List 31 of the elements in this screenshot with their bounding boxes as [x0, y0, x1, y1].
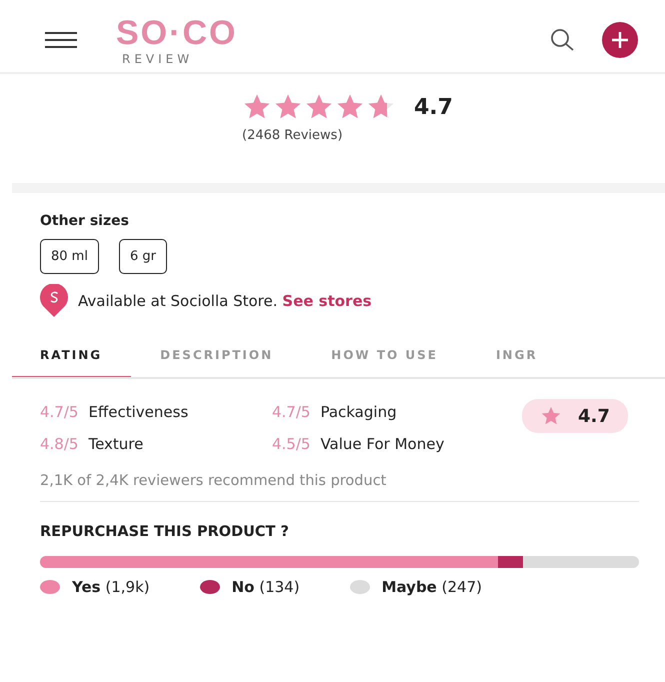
section-title: Other sizes [40, 213, 130, 229]
tab[interactable]: DESCRIPTION [131, 340, 302, 377]
criterion-score: 4.8/5 [40, 435, 78, 453]
see-stores-link[interactable]: See stores [282, 292, 372, 310]
store-pin-icon [38, 284, 70, 318]
store-availability: Available at Sociolla Store. See stores [78, 292, 372, 310]
criterion-label: Effectiveness [88, 403, 188, 421]
criterion-label: Packaging [320, 403, 397, 421]
overall-rating: 4.7 [578, 406, 610, 426]
criterion-score: 4.7/5 [40, 403, 78, 421]
criterion-score: 4.7/5 [272, 403, 310, 421]
menu-icon[interactable] [44, 31, 78, 49]
criterion-score: 4.5/5 [272, 435, 310, 453]
size-option[interactable]: 6 gr [118, 239, 167, 274]
rating-score: 4.7 [414, 94, 453, 120]
legend-label: Maybe (247) [382, 578, 482, 596]
search-icon[interactable] [549, 27, 575, 53]
add-icon[interactable] [601, 21, 639, 59]
section-title: REPURCHASE THIS PRODUCT ? [40, 524, 290, 540]
size-option[interactable]: 80 ml [40, 239, 99, 274]
criterion-label: Value For Money [320, 435, 444, 453]
criterion-label: Texture [88, 435, 144, 453]
tab[interactable]: HOW TO USE [302, 340, 467, 377]
star-icon [540, 405, 562, 427]
logo-subtitle: REVIEW [121, 52, 194, 64]
tab[interactable]: RATING [12, 340, 132, 377]
recommend-text: 2,1K of 2,4K reviewers recommend this product [40, 473, 639, 502]
tab[interactable]: INGR [466, 340, 567, 377]
review-count: (2468 Reviews) [242, 128, 344, 143]
legend-label: Yes (1,9k) [72, 578, 150, 596]
legend-label: No (134) [232, 578, 300, 596]
